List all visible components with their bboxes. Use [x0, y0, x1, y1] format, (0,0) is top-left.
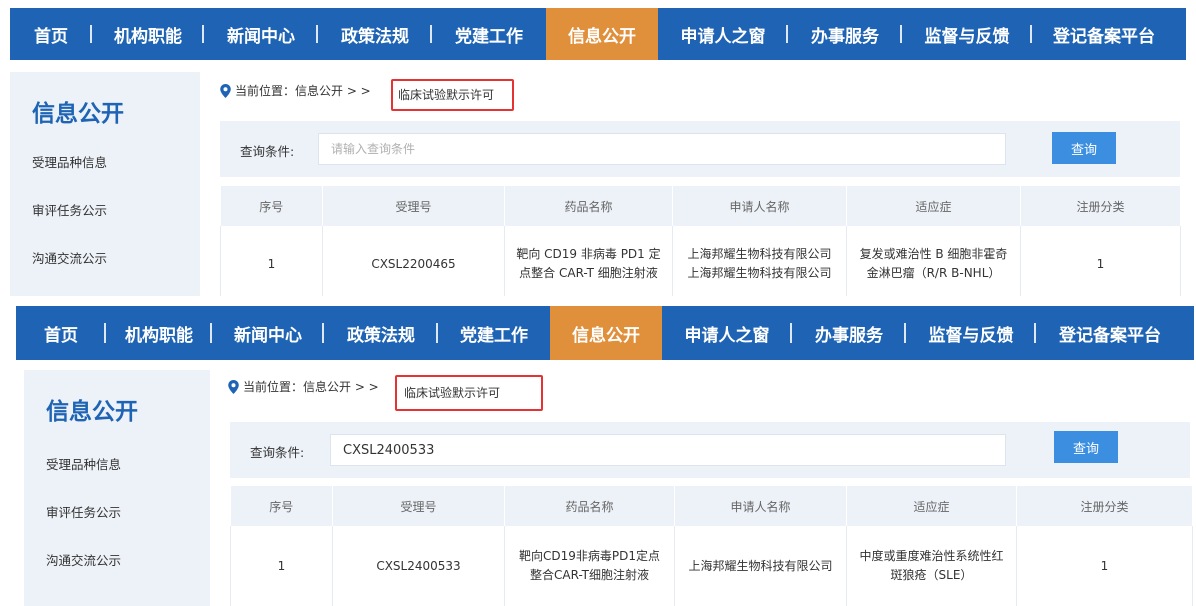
nav-item-institution[interactable]: 机构职能 [106, 306, 212, 360]
nav-item-registry[interactable]: 登记备案平台 [1036, 306, 1184, 360]
nav-item-info-disclosure[interactable]: 信息公开 [550, 306, 662, 360]
nav-item-news[interactable]: 新闻中心 [212, 306, 324, 360]
cell-index: 1 [220, 226, 323, 296]
sidebar: 信息公开 受理品种信息 审评任务公示 沟通交流公示 [24, 370, 210, 606]
cell-accept-no: CXSL2200465 [322, 226, 505, 296]
nav-item-news[interactable]: 新闻中心 [204, 8, 318, 60]
col-header-indication: 适应症 [846, 186, 1021, 226]
breadcrumb: 当前位置：信息公开 > > [220, 82, 371, 99]
col-header-applicant: 申请人名称 [674, 486, 847, 526]
nav-item-home[interactable]: 首页 [10, 8, 92, 60]
cell-category: 1 [1020, 226, 1181, 296]
location-pin-icon [220, 83, 231, 98]
col-header-category: 注册分类 [1020, 186, 1181, 226]
col-header-drug: 药品名称 [504, 186, 673, 226]
search-label: 查询条件: [250, 445, 305, 460]
nav-item-institution[interactable]: 机构职能 [92, 8, 204, 60]
search-button[interactable]: 查询 [1054, 431, 1118, 463]
nav-item-applicant[interactable]: 申请人之窗 [658, 8, 788, 60]
cell-drug: 靶向CD19非病毒PD1定点整合CAR-T细胞注射液 [504, 526, 675, 606]
sidebar: 信息公开 受理品种信息 审评任务公示 沟通交流公示 [10, 72, 200, 296]
breadcrumb-prefix: 当前位置：信息公开 > > [243, 380, 379, 394]
nav-item-policy[interactable]: 政策法规 [324, 306, 438, 360]
sidebar-item-review-tasks[interactable]: 审评任务公示 [32, 200, 107, 219]
screenshot-panel-bottom: 首页 机构职能 新闻中心 政策法规 党建工作 信息公开 申请人之窗 办事服务 监… [0, 304, 1196, 606]
table-row[interactable]: 1 CXSL2200465 靶向 CD19 非病毒 PD1 定点整合 CAR-T… [220, 226, 1181, 296]
sidebar-item-accepted-varieties[interactable]: 受理品种信息 [46, 454, 121, 473]
cell-accept-no: CXSL2400533 [332, 526, 505, 606]
breadcrumb-current[interactable]: 临床试验默示许可 [398, 86, 494, 103]
sidebar-title: 信息公开 [46, 399, 138, 425]
nav-item-registry[interactable]: 登记备案平台 [1032, 8, 1176, 60]
search-input[interactable] [318, 133, 1006, 165]
col-header-indication: 适应症 [846, 486, 1017, 526]
nav-item-policy[interactable]: 政策法规 [318, 8, 432, 60]
cell-index: 1 [230, 526, 333, 606]
main-nav: 首页 机构职能 新闻中心 政策法规 党建工作 信息公开 申请人之窗 办事服务 监… [10, 8, 1186, 60]
nav-item-feedback[interactable]: 监督与反馈 [902, 8, 1032, 60]
col-header-applicant: 申请人名称 [672, 186, 847, 226]
cell-category: 1 [1016, 526, 1193, 606]
nav-item-applicant[interactable]: 申请人之窗 [662, 306, 792, 360]
search-label: 查询条件: [240, 144, 295, 159]
cell-drug: 靶向 CD19 非病毒 PD1 定点整合 CAR-T 细胞注射液 [504, 226, 673, 296]
sidebar-item-accepted-varieties[interactable]: 受理品种信息 [32, 152, 107, 171]
nav-item-home[interactable]: 首页 [16, 306, 106, 360]
nav-item-party[interactable]: 党建工作 [432, 8, 546, 60]
col-header-category: 注册分类 [1016, 486, 1193, 526]
search-bar: 查询条件: 查询 [230, 422, 1190, 478]
sidebar-item-review-tasks[interactable]: 审评任务公示 [46, 502, 121, 521]
col-header-index: 序号 [220, 186, 323, 226]
cell-applicant: 上海邦耀生物科技有限公司上海邦耀生物科技有限公司 [672, 226, 847, 296]
table-row[interactable]: 1 CXSL2400533 靶向CD19非病毒PD1定点整合CAR-T细胞注射液… [230, 526, 1193, 606]
table-header-row: 序号 受理号 药品名称 申请人名称 适应症 注册分类 [230, 486, 1193, 526]
sidebar-item-communication[interactable]: 沟通交流公示 [32, 248, 107, 267]
results-table: 序号 受理号 药品名称 申请人名称 适应症 注册分类 1 CXSL2200465… [220, 186, 1181, 296]
col-header-accept-no: 受理号 [332, 486, 505, 526]
cell-indication: 复发或难治性 B 细胞非霍奇金淋巴瘤（R/R B-NHL） [846, 226, 1021, 296]
search-input[interactable] [330, 434, 1006, 466]
nav-item-feedback[interactable]: 监督与反馈 [906, 306, 1036, 360]
location-pin-icon [228, 379, 239, 394]
nav-item-info-disclosure[interactable]: 信息公开 [546, 8, 658, 60]
cell-indication: 中度或重度难治性系统性红斑狼疮（SLE） [846, 526, 1017, 606]
screenshot-panel-top: 首页 机构职能 新闻中心 政策法规 党建工作 信息公开 申请人之窗 办事服务 监… [0, 0, 1196, 296]
sidebar-title: 信息公开 [32, 101, 124, 127]
search-button[interactable]: 查询 [1052, 132, 1116, 164]
nav-item-party[interactable]: 党建工作 [438, 306, 550, 360]
col-header-drug: 药品名称 [504, 486, 675, 526]
search-bar: 查询条件: 查询 [220, 121, 1180, 177]
nav-item-services[interactable]: 办事服务 [788, 8, 902, 60]
main-nav: 首页 机构职能 新闻中心 政策法规 党建工作 信息公开 申请人之窗 办事服务 监… [16, 306, 1194, 360]
sidebar-item-communication[interactable]: 沟通交流公示 [46, 550, 121, 569]
table-header-row: 序号 受理号 药品名称 申请人名称 适应症 注册分类 [220, 186, 1181, 226]
cell-applicant: 上海邦耀生物科技有限公司 [674, 526, 847, 606]
col-header-index: 序号 [230, 486, 333, 526]
breadcrumb-current[interactable]: 临床试验默示许可 [404, 384, 500, 401]
breadcrumb-prefix: 当前位置：信息公开 > > [235, 84, 371, 98]
results-table: 序号 受理号 药品名称 申请人名称 适应症 注册分类 1 CXSL2400533… [230, 486, 1193, 606]
breadcrumb: 当前位置：信息公开 > > [228, 378, 379, 395]
col-header-accept-no: 受理号 [322, 186, 505, 226]
nav-item-services[interactable]: 办事服务 [792, 306, 906, 360]
